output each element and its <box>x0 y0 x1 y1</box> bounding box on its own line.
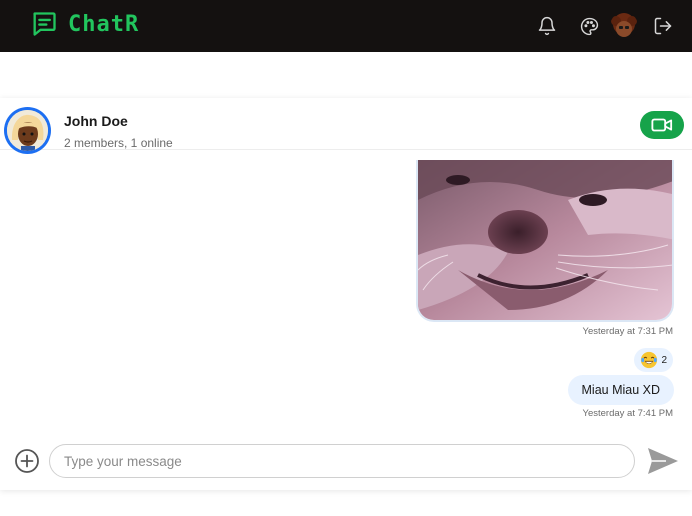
avatar-face-icon <box>610 12 638 40</box>
reaction-badge[interactable]: 2 <box>634 348 673 372</box>
chat-member-status: 2 members, 1 online <box>64 136 173 150</box>
avatar-face-icon <box>7 110 48 151</box>
laughing-emoji-icon <box>641 351 658 369</box>
user-avatar[interactable] <box>610 12 638 40</box>
theme-button[interactable] <box>578 15 600 37</box>
send-icon <box>648 448 678 474</box>
send-button[interactable] <box>646 446 680 476</box>
logout-button[interactable] <box>652 15 674 37</box>
video-call-button[interactable] <box>640 111 684 139</box>
message-timestamp: Yesterday at 7:31 PM <box>582 326 673 337</box>
message-list[interactable]: Yesterday at 7:31 PM 2 Miau Miau XD Yest… <box>0 160 692 440</box>
palette-icon <box>580 17 598 35</box>
chat-title: John Doe <box>64 113 128 129</box>
message-input[interactable] <box>49 444 635 478</box>
chat-bubble-icon <box>33 12 56 36</box>
bell-icon <box>538 16 556 36</box>
attach-button[interactable] <box>14 448 40 474</box>
message-image[interactable] <box>416 160 674 322</box>
video-camera-icon <box>651 118 673 132</box>
message-composer <box>0 442 692 482</box>
logout-icon <box>654 17 672 35</box>
top-navbar: ChatR <box>0 0 692 52</box>
cat-photo <box>418 160 672 320</box>
notifications-button[interactable] <box>536 15 558 37</box>
chat-header: John Doe 2 members, 1 online <box>0 98 692 154</box>
reaction-count: 2 <box>661 354 667 366</box>
chat-panel: John Doe 2 members, 1 online Yesterday a… <box>0 98 692 490</box>
brand-name: ChatR <box>68 11 140 37</box>
brand[interactable]: ChatR <box>30 10 139 38</box>
chat-avatar[interactable] <box>4 107 51 154</box>
plus-circle-icon <box>15 449 39 473</box>
message-bubble[interactable]: Miau Miau XD <box>567 375 674 405</box>
message-timestamp: Yesterday at 7:41 PM <box>582 408 673 419</box>
